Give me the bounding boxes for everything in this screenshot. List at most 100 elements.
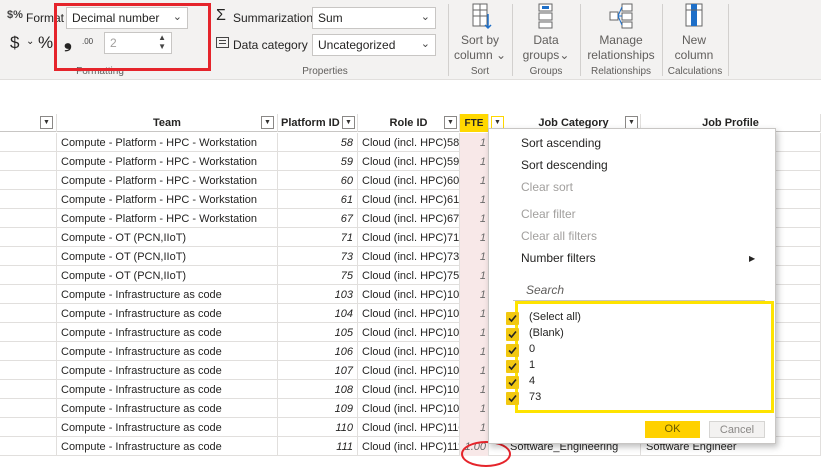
summarization-dropdown[interactable]: Sum ⌄ [312, 7, 436, 29]
new-column-label-1: New [681, 33, 706, 47]
platform-id-cell: 108 [278, 380, 358, 399]
team-cell: Compute - OT (PCN,IIoT) [57, 228, 278, 247]
data-groups-label-2: groups [522, 48, 560, 62]
role-id-cell: Cloud (incl. HPC)110 [358, 418, 460, 437]
fte-cell: 1 [460, 152, 489, 171]
filter-option-checkbox[interactable] [506, 312, 519, 325]
team-cell: Compute - Infrastructure as code [57, 437, 278, 456]
filter-dropdown-icon[interactable]: ▼ [261, 116, 274, 129]
filter-option-checkbox[interactable] [506, 376, 519, 389]
platform-id-cell: 111 [278, 437, 358, 456]
row-blank-cell [0, 285, 57, 304]
cancel-button[interactable]: Cancel [709, 421, 765, 438]
team-cell: Compute - Infrastructure as code [57, 399, 278, 418]
menu-number-filters[interactable]: Number filters [521, 251, 596, 265]
team-cell: Compute - Infrastructure as code [57, 304, 278, 323]
menu-sort-ascending[interactable]: Sort ascending [521, 136, 601, 150]
checkmark-icon [508, 362, 517, 371]
manage-relationships-button[interactable]: Manage relationships [584, 2, 658, 63]
team-cell: Compute - Infrastructure as code [57, 323, 278, 342]
fte-cell: 1 [460, 380, 489, 399]
row-blank-cell [0, 437, 57, 456]
data-groups-button[interactable]: Data groups⌄ [516, 2, 576, 63]
platform-id-cell: 104 [278, 304, 358, 323]
fte-cell: 1 [460, 304, 489, 323]
data-category-icon [216, 37, 229, 48]
menu-clear-filter[interactable]: Clear filter [521, 207, 576, 221]
platform-id-cell: 110 [278, 418, 358, 437]
percent-icon[interactable]: % [38, 33, 53, 53]
filter-dropdown-icon[interactable]: ▼ [444, 116, 457, 129]
role-id-cell: Cloud (incl. HPC)106 [358, 342, 460, 361]
row-blank-cell [0, 133, 57, 152]
filter-option-checkbox[interactable] [506, 392, 519, 405]
ribbon-separator [662, 4, 663, 76]
filter-dropdown-icon[interactable]: ▼ [342, 116, 355, 129]
currency-icon[interactable]: $ [10, 33, 19, 53]
fte-cell: 1 [460, 323, 489, 342]
filter-dropdown-icon[interactable]: ▼ [40, 116, 53, 129]
platform-id-cell: 59 [278, 152, 358, 171]
chevron-down-icon[interactable]: ⌄ [26, 36, 34, 47]
row-blank-cell [0, 228, 57, 247]
new-column-button[interactable]: New column [666, 2, 722, 63]
team-cell: Compute - Platform - HPC - Workstation [57, 171, 278, 190]
checkmark-icon [508, 378, 517, 387]
group-label-sort: Sort [470, 66, 490, 77]
group-label-groups: Groups [529, 66, 563, 77]
role-id-cell: Cloud (incl. HPC)58 [358, 133, 460, 152]
header-label-fte: FTE [464, 118, 484, 129]
chevron-down-icon: ⌄ [420, 38, 430, 50]
group-label-calculations: Calculations [667, 66, 723, 77]
filter-option-label[interactable]: (Blank) [529, 327, 564, 339]
filter-search-input[interactable]: Search [513, 281, 765, 301]
filter-option-label[interactable]: (Select all) [529, 311, 581, 323]
role-id-cell: Cloud (incl. HPC)73 [358, 247, 460, 266]
filter-option-label[interactable]: 0 [529, 343, 535, 355]
row-blank-cell [0, 323, 57, 342]
team-cell: Compute - Platform - HPC - Workstation [57, 133, 278, 152]
role-id-cell: Cloud (incl. HPC)61 [358, 190, 460, 209]
fte-cell: 1 [460, 190, 489, 209]
ribbon-separator [580, 4, 581, 76]
data-category-dropdown[interactable]: Uncategorized ⌄ [312, 34, 436, 56]
data-category-label: Data category [233, 38, 308, 52]
filter-option-label[interactable]: 4 [529, 375, 535, 387]
menu-sort-descending[interactable]: Sort descending [521, 158, 608, 172]
menu-clear-all-filters[interactable]: Clear all filters [521, 229, 597, 243]
manage-relationships-label-1: Manage [599, 33, 643, 47]
team-cell: Compute - Infrastructure as code [57, 380, 278, 399]
row-blank-cell [0, 342, 57, 361]
menu-clear-sort[interactable]: Clear sort [521, 180, 573, 194]
filter-option-checkbox[interactable] [506, 344, 519, 357]
role-id-cell: Cloud (incl. HPC)105 [358, 323, 460, 342]
ribbon-separator [448, 4, 449, 76]
summarization-label: Summarization [233, 11, 314, 25]
fte-cell: 1 [460, 209, 489, 228]
row-blank-cell [0, 152, 57, 171]
fte-cell: 1 [460, 418, 489, 437]
filter-option-checkbox[interactable] [506, 328, 519, 341]
sort-by-column-button[interactable]: Sort by column ⌄ [452, 2, 508, 63]
column-header-fte[interactable]: FTE [460, 114, 489, 132]
row-blank-cell [0, 380, 57, 399]
ok-button[interactable]: OK [645, 421, 700, 438]
filter-option-label[interactable]: 1 [529, 359, 535, 371]
data-groups-icon [538, 3, 553, 29]
chevron-down-icon: ⌄ [420, 11, 430, 23]
platform-id-cell: 60 [278, 171, 358, 190]
filter-option-label[interactable]: 73 [529, 391, 541, 403]
fte-cell: 1 [460, 399, 489, 418]
column-header-team[interactable]: Team [57, 114, 278, 132]
chevron-down-icon: ⌄ [492, 48, 507, 62]
checkmark-icon [508, 346, 517, 355]
checkmark-icon [508, 330, 517, 339]
ribbon-separator [512, 4, 513, 76]
row-blank-cell [0, 190, 57, 209]
team-cell: Compute - Platform - HPC - Workstation [57, 152, 278, 171]
format-icon: $% [7, 9, 23, 21]
platform-id-cell: 58 [278, 133, 358, 152]
filter-option-checkbox[interactable] [506, 360, 519, 373]
role-id-cell: Cloud (incl. HPC)71 [358, 228, 460, 247]
role-id-cell: Cloud (incl. HPC)60 [358, 171, 460, 190]
